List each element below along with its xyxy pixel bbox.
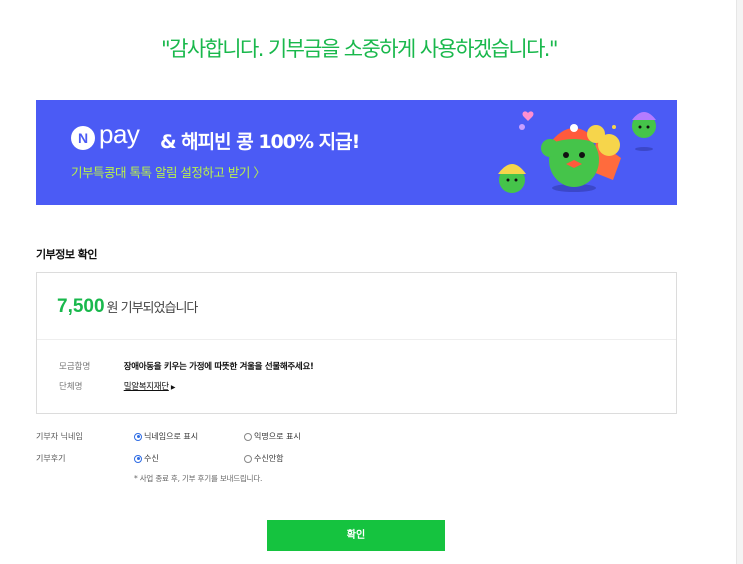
radio-nickname-show-label: 닉네임으로 표시: [144, 432, 199, 441]
fundraiser-row: 모금함명 장애아동을 키우는 가정에 따뜻한 겨울을 선물해주세요!: [59, 360, 314, 372]
fundraiser-label: 모금함명: [59, 362, 91, 372]
promo-banner[interactable]: N pay & 해피빈 콩 100% 지급! 기부특콩대 톡톡 알림 설정하고 …: [36, 100, 677, 205]
donation-info-box: 7,500 원 기부되었습니다 모금함명 장애아동을 키우는 가정에 따뜻한 겨울…: [36, 272, 677, 414]
review-note: * 사업 종료 후, 기부 후기를 보내드립니다.: [134, 474, 263, 483]
section-title: 기부정보 확인: [36, 248, 98, 261]
divider: [37, 339, 676, 340]
radio-checked-icon: [134, 454, 142, 463]
nickname-label: 기부자 닉네임: [36, 432, 83, 441]
thanks-message: "감사합니다. 기부금을 소중하게 사용하겠습니다.": [161, 37, 559, 61]
fundraiser-value: 장애아동을 키우는 가정에 따뜻한 겨울을 선물해주세요!: [123, 362, 314, 372]
bean-mascots-illustration: [498, 111, 656, 193]
pay-wordmark: pay: [99, 119, 140, 149]
caret-right-icon: ▶: [170, 384, 176, 391]
donation-amount: 7,500: [57, 296, 105, 317]
scrollbar[interactable]: [736, 0, 743, 564]
nickname-option-row: 기부자 닉네임 닉네임으로 표시 익명으로 표시: [36, 431, 436, 443]
banner-alert-link[interactable]: 기부특콩대 톡톡 알림 설정하고 받기 〉: [71, 162, 266, 181]
radio-nickname-show[interactable]: 닉네임으로 표시: [134, 431, 198, 442]
radio-review-decline-label: 수신안함: [254, 454, 284, 463]
radio-review-receive-label: 수신: [144, 454, 159, 463]
naver-n-logo: N: [71, 126, 95, 150]
radio-review-decline[interactable]: 수신안함: [244, 453, 283, 464]
organization-link[interactable]: 밀알복지재단: [124, 382, 169, 392]
review-option-row: 기부후기 수신 수신안함: [36, 453, 436, 465]
confirm-button[interactable]: 확인: [267, 520, 445, 551]
donation-amount-row: 7,500 원 기부되었습니다: [57, 296, 199, 318]
organization-label: 단체명: [59, 382, 83, 392]
radio-unchecked-icon: [244, 432, 252, 441]
radio-review-receive[interactable]: 수신: [134, 453, 159, 464]
donation-amount-suffix: 원 기부되었습니다: [106, 301, 199, 316]
radio-checked-icon: [134, 432, 142, 441]
organization-row: 단체명 밀알복지재단 ▶: [59, 380, 175, 392]
radio-nickname-anonymous[interactable]: 익명으로 표시: [244, 431, 301, 442]
radio-unchecked-icon: [244, 454, 252, 463]
review-label: 기부후기: [36, 454, 66, 463]
radio-nickname-anonymous-label: 익명으로 표시: [254, 432, 301, 441]
banner-headline: & 해피빈 콩 100% 지급!: [160, 131, 360, 153]
